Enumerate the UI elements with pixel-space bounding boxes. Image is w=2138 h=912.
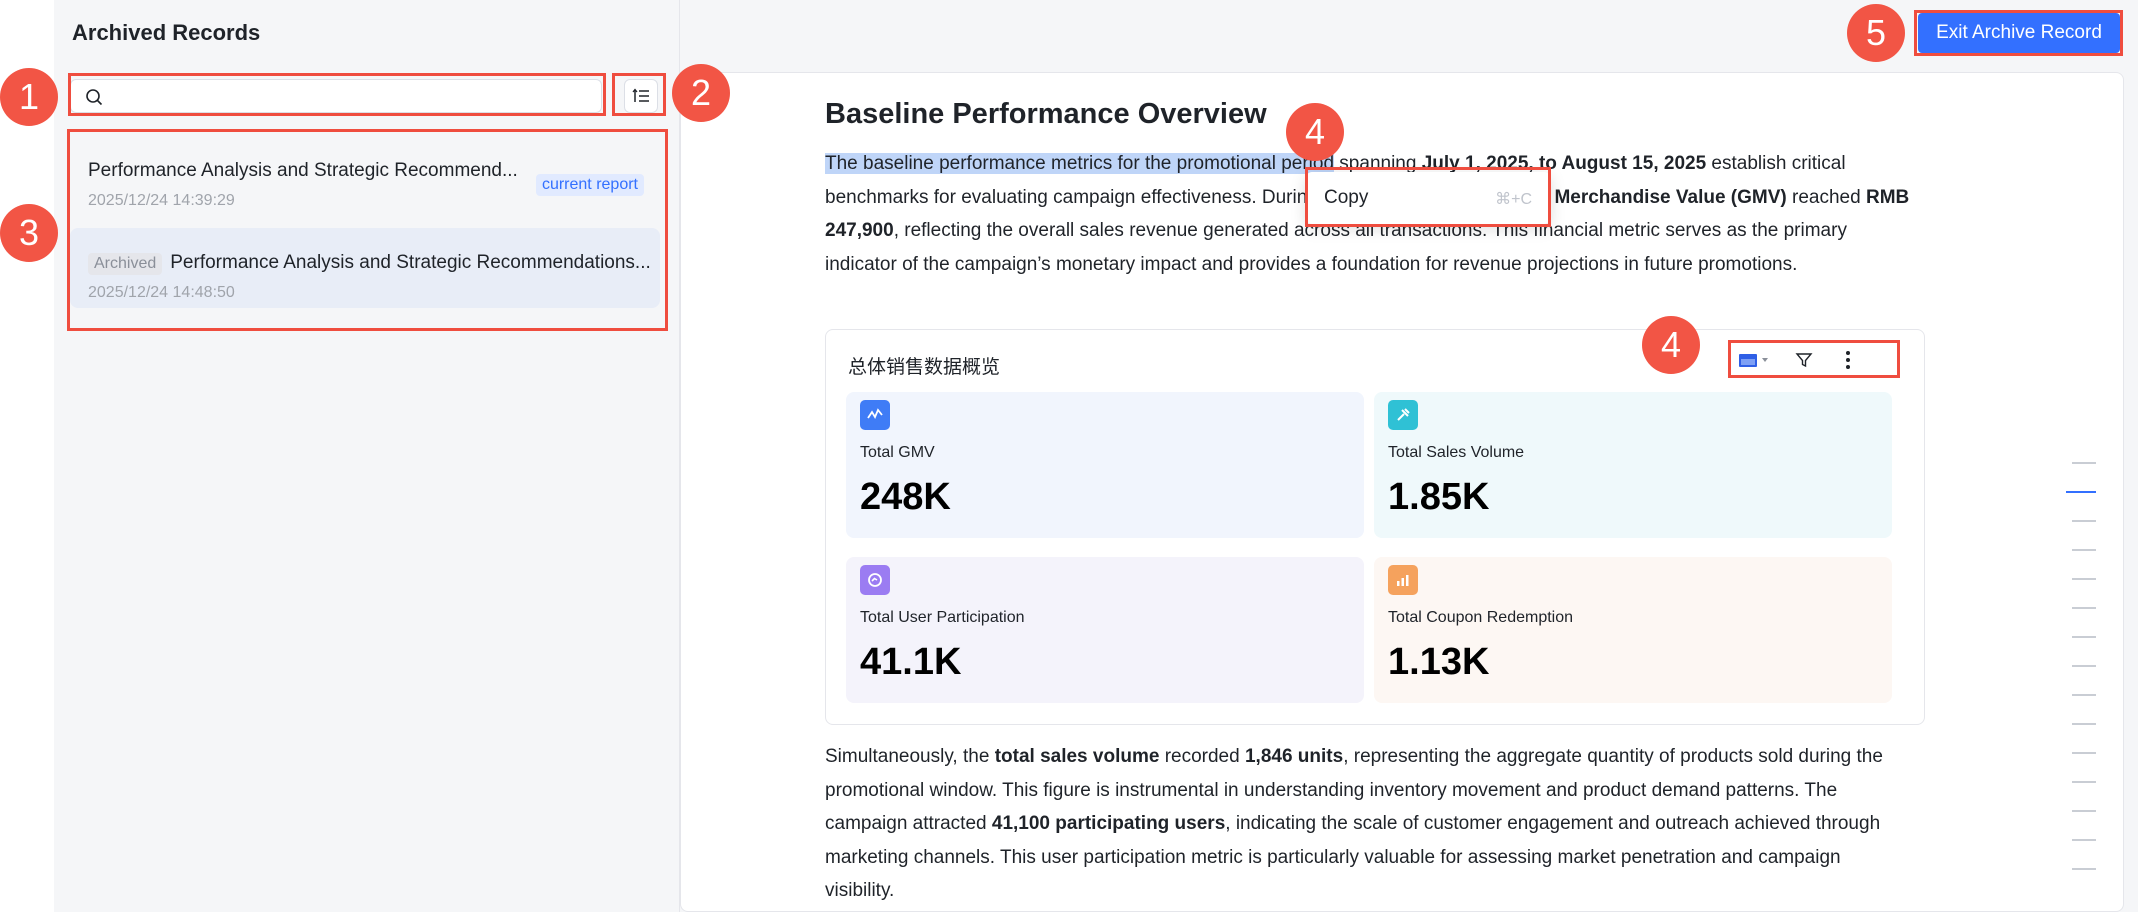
outline-tick[interactable] — [2072, 781, 2096, 783]
annotation-box-copy — [1305, 167, 1551, 227]
outline-tick[interactable] — [2072, 636, 2096, 638]
paragraph-sales-volume: Simultaneously, the total sales volume r… — [825, 740, 1915, 908]
metric-label: Total User Participation — [860, 609, 1025, 626]
outline-tick[interactable] — [2072, 810, 2096, 812]
coupon-chart-icon — [1388, 565, 1418, 595]
outline-tick-active[interactable] — [2066, 491, 2096, 493]
annotation-box-records — [67, 129, 668, 331]
annotation-badge-1: 1 — [0, 68, 58, 126]
metric-label: Total GMV — [860, 444, 935, 461]
text-run: reached — [1786, 186, 1866, 208]
annotation-badge-3: 3 — [0, 204, 58, 262]
outline-tick[interactable] — [2072, 578, 2096, 580]
text-run: , reflecting the overall sales revenue g… — [825, 220, 1847, 275]
outline-tick[interactable] — [2072, 723, 2096, 725]
sidebar-title: Archived Records — [72, 20, 261, 45]
annotation-badge-5: 5 — [1847, 4, 1905, 62]
sales-volume-icon — [1388, 400, 1418, 430]
metric-value: 248K — [860, 476, 951, 518]
annotation-box-card-tools — [1728, 340, 1900, 378]
outline-tick[interactable] — [2072, 607, 2096, 609]
bold-text: 41,100 participating users — [991, 813, 1226, 834]
page-title: Baseline Performance Overview — [825, 98, 1267, 130]
annotation-box-exit — [1914, 10, 2123, 56]
metric-total-coupon-redemption: Total Coupon Redemption 1.13K — [1374, 557, 1892, 703]
metric-label: Total Coupon Redemption — [1388, 609, 1574, 626]
selected-text: The baseline performance metrics for the… — [825, 153, 1335, 174]
outline-tick[interactable] — [2072, 520, 2096, 522]
metric-value: 41.1K — [860, 641, 962, 683]
left-gutter — [0, 0, 54, 912]
outline-tick[interactable] — [2072, 839, 2096, 841]
annotation-badge-2: 2 — [672, 64, 730, 122]
annotation-box-sort — [612, 73, 666, 116]
metric-total-gmv: Total GMV 248K — [846, 392, 1364, 538]
bold-text: 1,846 units — [1244, 746, 1344, 767]
outline-tick[interactable] — [2072, 549, 2096, 551]
annotation-box-search — [68, 73, 606, 116]
outline-tick[interactable] — [2072, 868, 2096, 870]
gmv-chart-icon — [860, 400, 890, 430]
text-run: recorded — [1159, 746, 1245, 767]
metric-value: 1.85K — [1388, 476, 1490, 518]
metric-value: 1.13K — [1388, 641, 1490, 683]
sales-overview-card: 总体销售数据概览 Total GMV 248K Total Sales Volu… — [825, 329, 1925, 725]
outline-tick[interactable] — [2072, 752, 2096, 754]
bold-text: total sales volume — [994, 746, 1160, 767]
outline-tick[interactable] — [2072, 694, 2096, 696]
user-participation-icon — [860, 565, 890, 595]
metric-total-sales-volume: Total Sales Volume 1.85K — [1374, 392, 1892, 538]
outline-tick[interactable] — [2072, 665, 2096, 667]
card-title: 总体销售数据概览 — [848, 357, 1001, 378]
annotation-badge-4-copy: 4 — [1286, 103, 1344, 161]
text-run: Simultaneously, the — [825, 746, 995, 767]
metric-total-user-participation: Total User Participation 41.1K — [846, 557, 1364, 703]
outline-navigator[interactable] — [2066, 462, 2096, 897]
annotation-badge-4-tools: 4 — [1642, 316, 1700, 374]
metric-label: Total Sales Volume — [1388, 444, 1525, 461]
outline-tick[interactable] — [2072, 462, 2096, 464]
